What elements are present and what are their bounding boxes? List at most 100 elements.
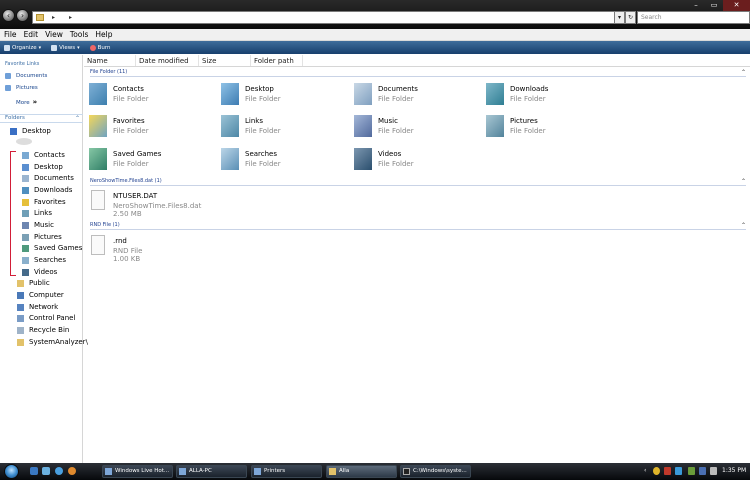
search-input[interactable]: Search xyxy=(637,11,750,24)
pictures-icon xyxy=(5,85,11,91)
folder-tile-favorites[interactable]: Favorites File Folder xyxy=(89,115,217,141)
forward-button[interactable]: › xyxy=(16,9,29,22)
tree-item-desktop[interactable]: Desktop xyxy=(22,163,63,171)
folder-tile-pictures[interactable]: Pictures File Folder xyxy=(486,115,614,141)
tray-security-icon[interactable] xyxy=(664,467,671,475)
menu-help[interactable]: Help xyxy=(91,29,115,40)
tree-item-desktop-root[interactable]: Desktop xyxy=(10,127,51,135)
group-header-neroshowtime[interactable]: NeroShowTime.Files8.dat (1) ⌃ xyxy=(90,178,746,186)
tree-item-searches[interactable]: Searches xyxy=(22,256,66,264)
folders-header[interactable]: Folders ⌃ xyxy=(0,114,83,123)
tree-item-videos[interactable]: Videos xyxy=(22,268,57,276)
close-button[interactable]: ✕ xyxy=(723,0,750,11)
taskbar-item-alla[interactable]: Alla xyxy=(326,465,397,478)
column-size[interactable]: Size xyxy=(199,55,251,66)
folder-tile-contacts[interactable]: Contacts File Folder xyxy=(89,83,217,109)
tree-item-control-panel[interactable]: Control Panel xyxy=(17,314,75,322)
back-button[interactable]: ‹ xyxy=(2,9,15,22)
folder-tile-music[interactable]: Music File Folder xyxy=(354,115,482,141)
internet-explorer-icon[interactable] xyxy=(55,467,63,475)
folder-tile-links[interactable]: Links File Folder xyxy=(221,115,349,141)
burn-button[interactable]: Burn xyxy=(89,44,111,51)
menu-tools[interactable]: Tools xyxy=(66,29,91,40)
start-button[interactable] xyxy=(4,464,19,479)
taskbar-item-alla-pc[interactable]: ALLA-PC xyxy=(176,465,247,478)
column-folder-path[interactable]: Folder path xyxy=(251,55,303,66)
tree-item-computer[interactable]: Computer xyxy=(17,291,64,299)
generic-file-icon xyxy=(91,235,105,255)
contacts-folder-icon xyxy=(22,151,29,159)
tray-app-icon[interactable] xyxy=(653,467,660,475)
minimize-button[interactable]: – xyxy=(687,0,705,11)
breadcrumb-arrow-icon[interactable]: ▸ xyxy=(52,14,55,21)
group-header-rnd-file[interactable]: RND File (1) ⌃ xyxy=(90,222,746,230)
tray-connection-icon[interactable] xyxy=(699,467,706,475)
tree-item-music[interactable]: Music xyxy=(22,221,54,229)
folder-tile-downloads[interactable]: Downloads File Folder xyxy=(486,83,614,109)
column-name[interactable]: Name xyxy=(84,55,136,66)
menu-bar: File Edit View Tools Help xyxy=(0,29,750,41)
tree-item-downloads[interactable]: Downloads xyxy=(22,186,72,194)
tree-item-links[interactable]: Links xyxy=(22,209,52,217)
breadcrumb-arrow-icon[interactable]: ▸ xyxy=(69,14,72,21)
menu-view[interactable]: View xyxy=(41,29,66,40)
tray-expand-icon[interactable]: ‹ xyxy=(644,467,651,475)
organize-button[interactable]: Organize ▾ xyxy=(4,44,41,51)
tree-item-contacts[interactable]: Contacts xyxy=(22,151,65,159)
tree-item-user[interactable] xyxy=(16,138,37,145)
firefox-icon[interactable] xyxy=(68,467,76,475)
views-button[interactable]: Views ▾ xyxy=(51,44,80,51)
chevron-up-icon[interactable]: ⌃ xyxy=(741,69,746,76)
documents-icon xyxy=(5,73,11,79)
tree-item-network[interactable]: Network xyxy=(17,303,58,311)
clock[interactable]: 1:35 PM xyxy=(722,467,746,474)
folder-tile-documents[interactable]: Documents File Folder xyxy=(354,83,482,109)
volume-icon[interactable] xyxy=(710,467,717,475)
address-dropdown-icon[interactable]: ▾ xyxy=(614,11,625,24)
show-desktop-icon[interactable] xyxy=(30,467,38,475)
folder-tile-searches[interactable]: Searches File Folder xyxy=(221,148,349,174)
tree-item-public[interactable]: Public xyxy=(17,279,50,287)
refresh-icon[interactable]: ↻ xyxy=(625,11,636,24)
favorite-pictures[interactable]: Pictures xyxy=(5,85,38,91)
switch-windows-icon[interactable] xyxy=(42,467,50,475)
taskbar-item-windows-live[interactable]: Windows Live Hot... xyxy=(102,465,173,478)
tree-item-documents[interactable]: Documents xyxy=(22,174,74,182)
windows-live-icon xyxy=(105,468,112,475)
group-header-file-folder[interactable]: File Folder (11) ⌃ xyxy=(90,69,746,77)
tree-item-systemanalyzer[interactable]: SystemAnalyzer\ xyxy=(17,338,88,346)
folder-icon xyxy=(36,14,44,21)
folder-tile-videos[interactable]: Videos File Folder xyxy=(354,148,482,174)
chevron-up-icon[interactable]: ⌃ xyxy=(741,178,746,185)
file-tile-ntuser[interactable]: NTUSER.DAT NeroShowTime.Files8.dat 2.50 … xyxy=(91,190,219,218)
searches-folder-icon xyxy=(22,256,29,264)
chevron-up-icon[interactable]: ⌃ xyxy=(741,222,746,229)
tree-item-saved-games[interactable]: Saved Games xyxy=(22,244,82,252)
file-tile-rnd[interactable]: .rnd RND File 1.00 KB xyxy=(91,235,219,263)
folder-tile-desktop[interactable]: Desktop File Folder xyxy=(221,83,349,109)
control-panel-icon xyxy=(17,314,24,322)
column-date-modified[interactable]: Date modified xyxy=(136,55,199,66)
menu-edit[interactable]: Edit xyxy=(20,29,42,40)
taskbar-item-cmd[interactable]: C:\Windows\syste... xyxy=(400,465,471,478)
taskbar-item-printers[interactable]: Printers xyxy=(251,465,322,478)
maximize-button[interactable]: ▭ xyxy=(705,0,723,11)
systemanalyzer-folder-icon xyxy=(17,338,24,346)
tree-item-favorites[interactable]: Favorites xyxy=(22,198,66,206)
tray-update-icon[interactable] xyxy=(688,467,695,475)
videos-folder-icon xyxy=(22,268,29,276)
favorite-documents[interactable]: Documents xyxy=(5,73,47,79)
more-link[interactable]: More» xyxy=(16,98,37,106)
folder-tile-saved-games[interactable]: Saved Games File Folder xyxy=(89,148,217,174)
links-folder-icon xyxy=(221,115,239,137)
tree-item-pictures[interactable]: Pictures xyxy=(22,233,62,241)
command-prompt-icon xyxy=(403,468,410,475)
recycle-bin-icon xyxy=(17,326,24,334)
address-bar[interactable]: ▸ ▸ xyxy=(32,11,634,24)
pictures-folder-icon xyxy=(486,115,504,137)
chevron-up-icon[interactable]: ⌃ xyxy=(75,115,80,122)
menu-file[interactable]: File xyxy=(0,29,20,40)
music-folder-icon xyxy=(22,221,29,229)
tree-item-recycle-bin[interactable]: Recycle Bin xyxy=(17,326,69,334)
tray-network-icon[interactable] xyxy=(675,467,682,475)
